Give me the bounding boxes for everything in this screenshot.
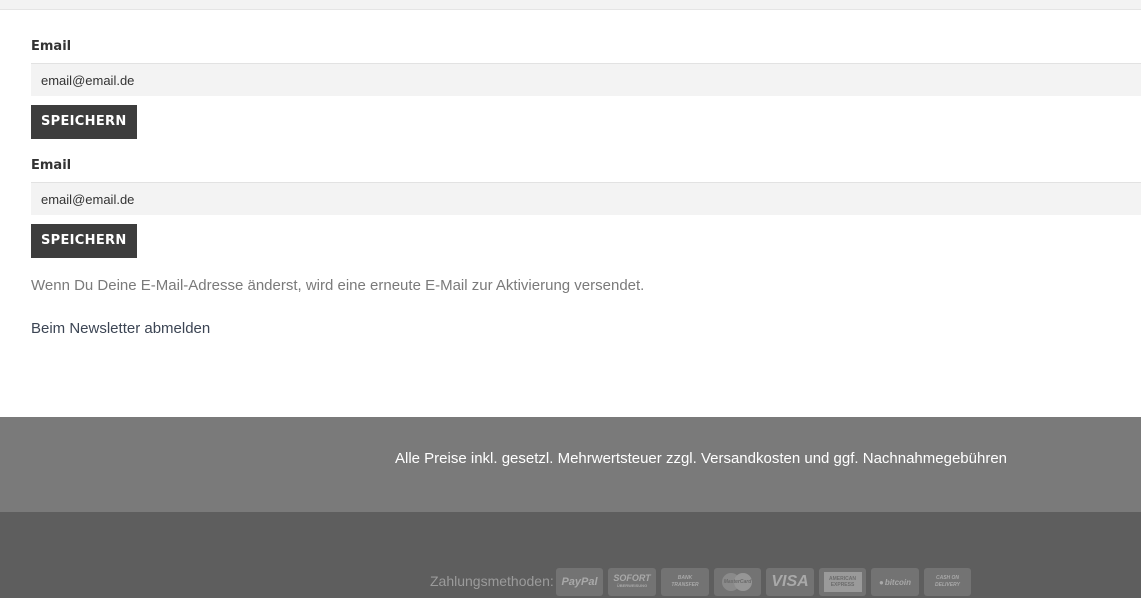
cash-on-delivery-icon: CASH ON DELIVERY xyxy=(924,568,971,596)
save-button[interactable]: SPEICHERN xyxy=(31,224,137,258)
price-note: Alle Preise inkl. gesetzl. Mehrwertsteue… xyxy=(395,450,1008,467)
sofort-text: SOFORT xyxy=(613,573,651,583)
payment-methods-label: Zahlungsmethoden: xyxy=(430,573,554,589)
email-form-2: Email email@email.de SPEICHERN xyxy=(31,158,1141,258)
sofort-icon: SOFORT ÜBERWEISUNG xyxy=(608,568,656,596)
email-change-info: Wenn Du Deine E-Mail-Adresse änderst, wi… xyxy=(31,277,645,294)
mastercard-icon: MasterCard xyxy=(714,568,761,596)
cod-text-top: CASH ON xyxy=(935,575,960,581)
footer-payment-bar: Zahlungsmethoden: PayPal SOFORT ÜBERWEIS… xyxy=(0,512,1141,598)
bank-text: BANK xyxy=(677,575,693,581)
email-label: Email xyxy=(31,158,72,173)
bitcoin-text: bitcoin xyxy=(884,577,912,587)
bitcoin-icon: ● bitcoin xyxy=(871,568,919,596)
sofort-subtext: ÜBERWEISUNG xyxy=(616,583,648,588)
top-bar xyxy=(0,0,1141,10)
email-input[interactable]: email@email.de xyxy=(31,182,1141,215)
email-input-value: email@email.de xyxy=(41,191,135,207)
footer-price-note-bar: Alle Preise inkl. gesetzl. Mehrwertsteue… xyxy=(0,417,1141,512)
email-input[interactable]: email@email.de xyxy=(31,63,1141,96)
mastercard-text: MasterCard xyxy=(723,579,752,585)
transfer-text: TRANSFER xyxy=(671,582,699,588)
payment-icons: PayPal SOFORT ÜBERWEISUNG BANK TRANSFER … xyxy=(556,568,971,596)
visa-icon: VISA xyxy=(766,568,814,596)
amex-text-bottom: EXPRESS xyxy=(830,582,855,588)
newsletter-unsubscribe-link[interactable]: Beim Newsletter abmelden xyxy=(31,320,210,337)
email-input-value: email@email.de xyxy=(41,72,135,88)
bank-transfer-icon: BANK TRANSFER xyxy=(661,568,709,596)
visa-text: VISA xyxy=(771,573,809,590)
paypal-text: PayPal xyxy=(561,576,598,588)
amex-icon: AMERICAN EXPRESS xyxy=(819,568,866,596)
cod-text-bottom: DELIVERY xyxy=(935,582,960,588)
save-button[interactable]: SPEICHERN xyxy=(31,105,137,139)
paypal-icon: PayPal xyxy=(556,568,603,596)
email-label: Email xyxy=(31,39,72,54)
email-form-1: Email email@email.de SPEICHERN xyxy=(31,39,1141,139)
bitcoin-symbol-icon: ● xyxy=(878,577,884,587)
